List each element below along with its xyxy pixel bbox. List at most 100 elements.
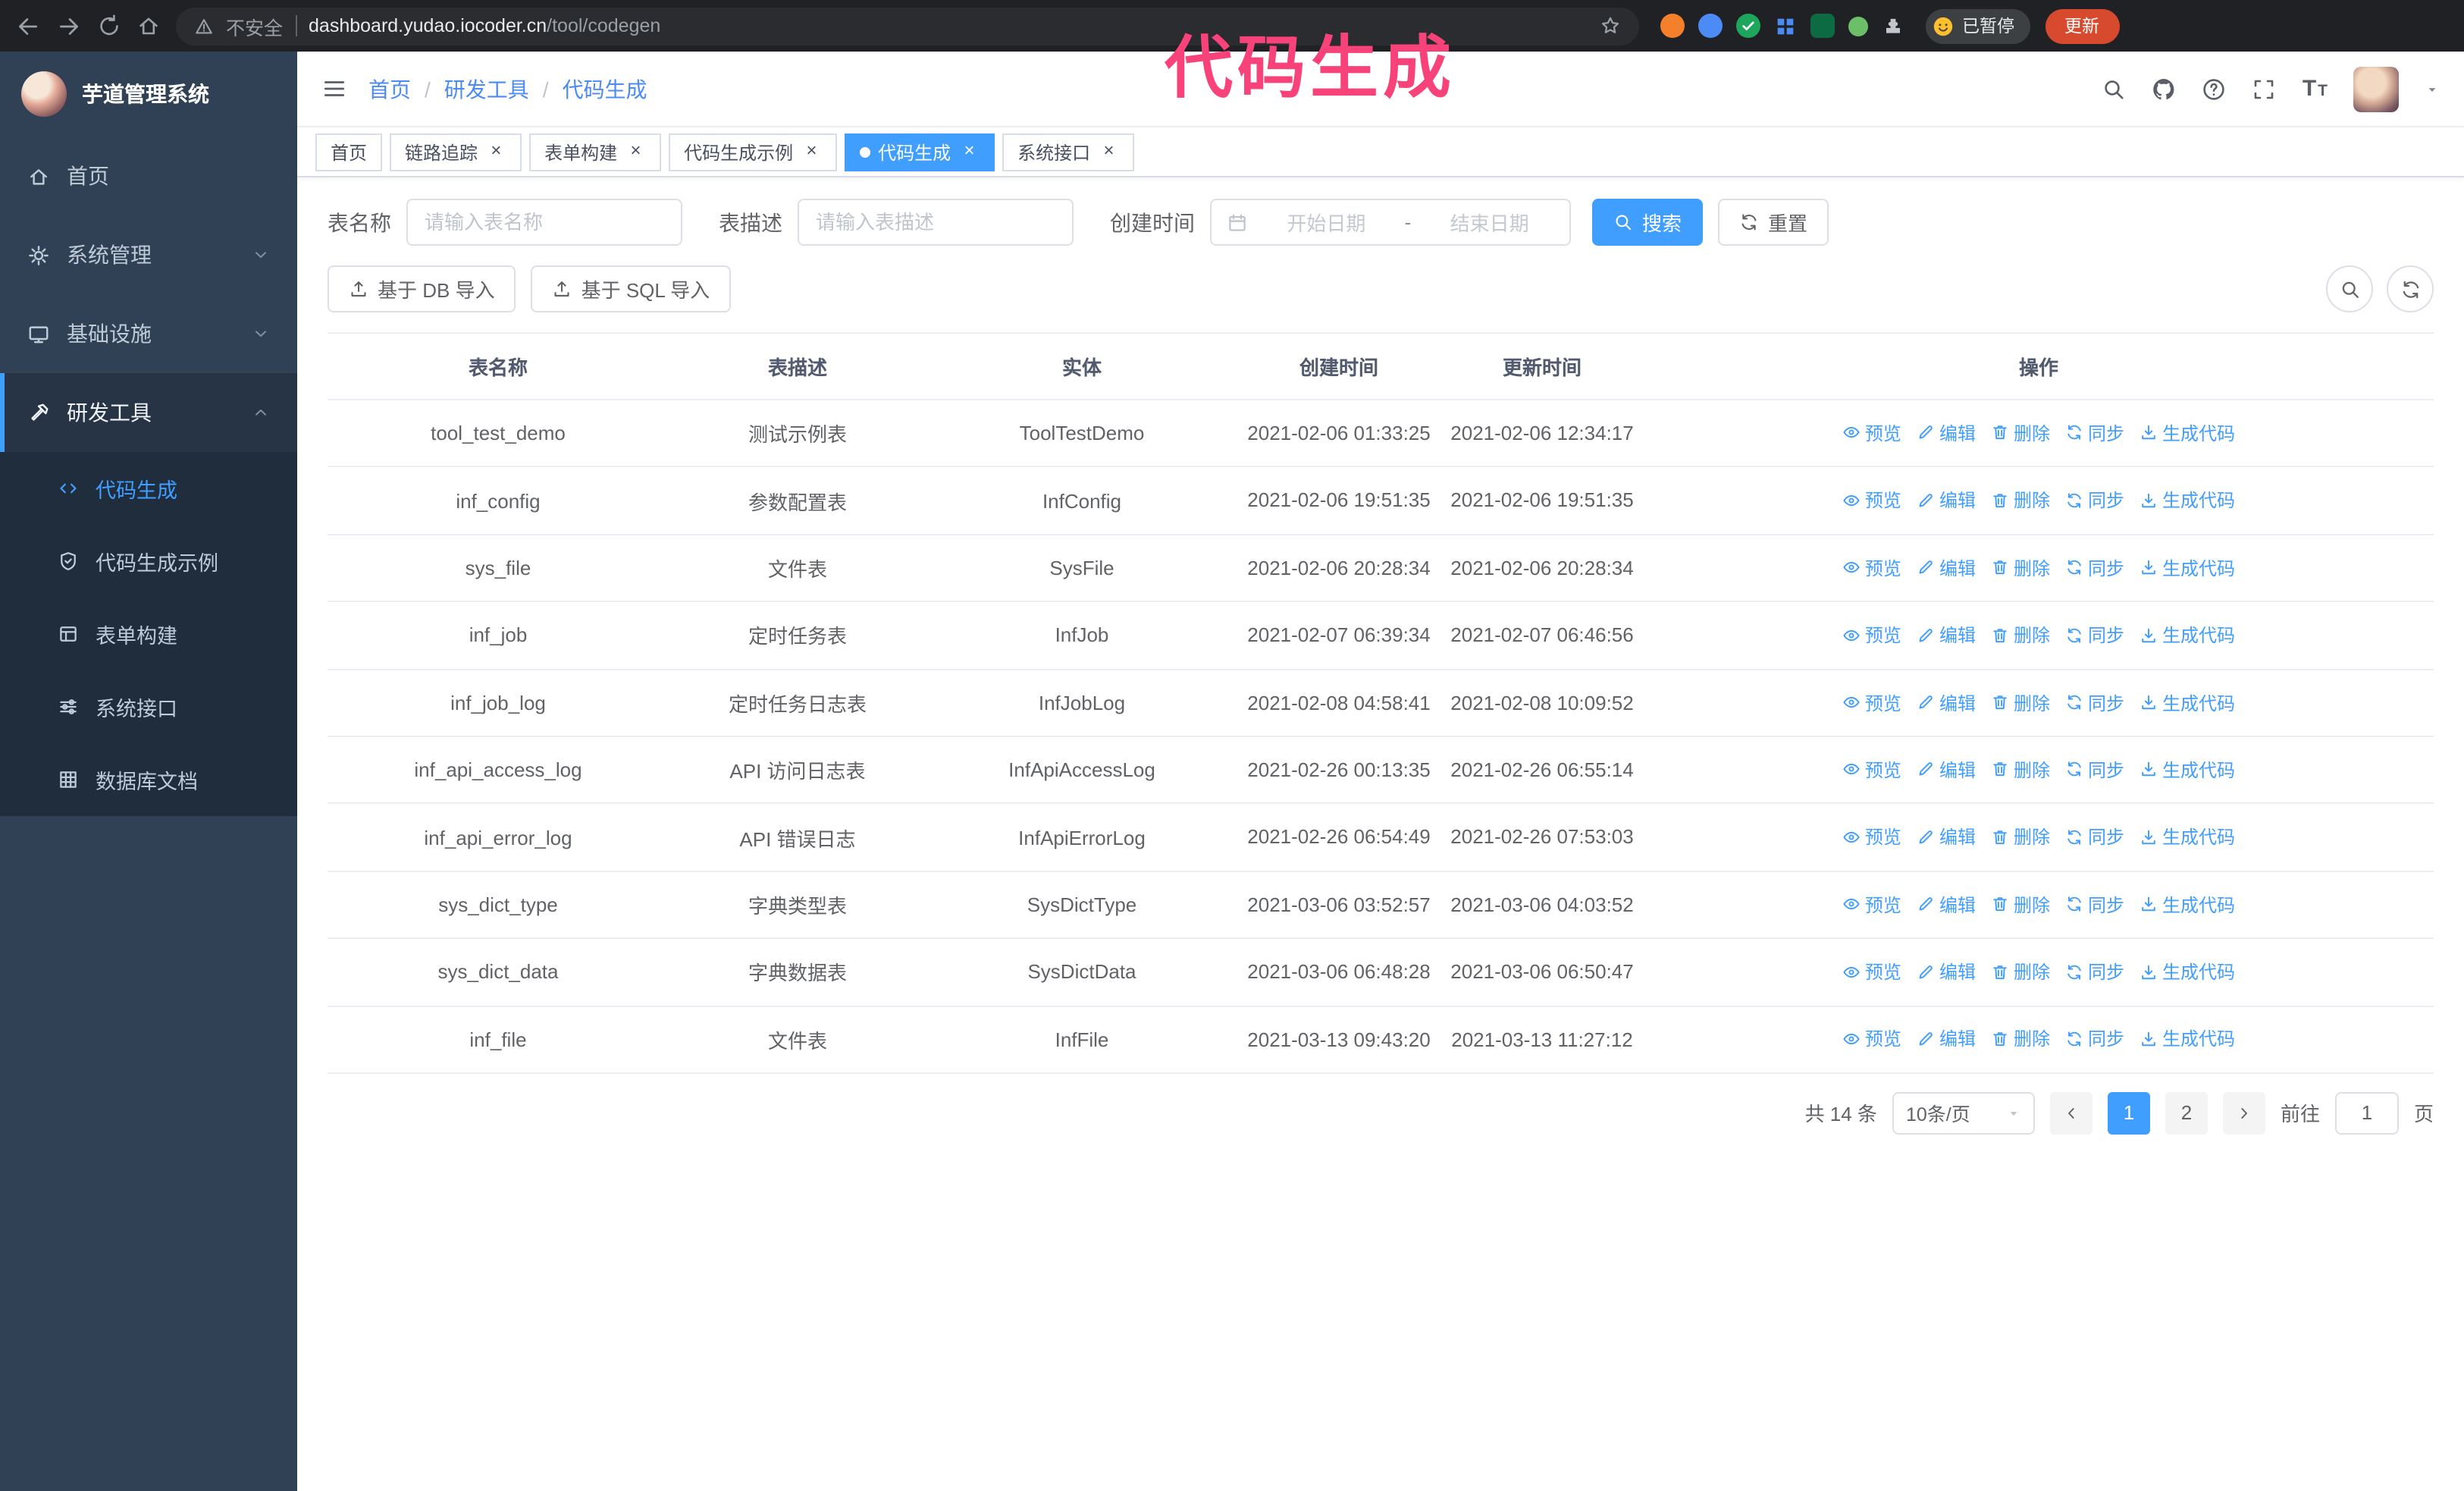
sync-link[interactable]: 同步 (2065, 757, 2124, 783)
tab-home[interactable]: 首页 (315, 133, 383, 171)
sidebar-item-db-doc[interactable]: 数据库文档 (0, 743, 297, 816)
sidebar-item-infra[interactable]: 基础设施 (0, 294, 297, 373)
edit-link[interactable]: 编辑 (1917, 622, 1976, 648)
extension-icon[interactable] (1736, 14, 1760, 38)
search-icon[interactable] (2102, 77, 2127, 101)
extension-icon[interactable] (1848, 16, 1868, 36)
close-icon[interactable] (625, 141, 646, 162)
edit-link[interactable]: 编辑 (1917, 488, 1976, 513)
reload-icon[interactable] (97, 14, 121, 38)
home-icon[interactable] (136, 14, 161, 38)
import-sql-button[interactable]: 基于 SQL 导入 (531, 265, 732, 312)
sync-link[interactable]: 同步 (2065, 622, 2124, 648)
close-icon[interactable] (1098, 141, 1119, 162)
extension-icon[interactable] (1660, 14, 1685, 38)
preview-link[interactable]: 预览 (1842, 824, 1901, 850)
sidebar-item-system[interactable]: 系统管理 (0, 215, 297, 294)
generate-code-link[interactable]: 生成代码 (2140, 824, 2235, 850)
sync-link[interactable]: 同步 (2065, 554, 2124, 580)
edit-link[interactable]: 编辑 (1917, 959, 1976, 984)
sync-link[interactable]: 同步 (2065, 891, 2124, 917)
generate-code-link[interactable]: 生成代码 (2140, 959, 2235, 984)
delete-link[interactable]: 删除 (1991, 689, 2050, 715)
caret-down-icon[interactable] (2425, 81, 2440, 96)
warning-icon[interactable] (194, 16, 214, 36)
import-db-button[interactable]: 基于 DB 导入 (328, 265, 516, 312)
tab-api[interactable]: 系统接口 (1002, 133, 1135, 171)
tab-codegen[interactable]: 代码生成 (845, 133, 995, 171)
tab-codegen-demo[interactable]: 代码生成示例 (669, 133, 838, 171)
delete-link[interactable]: 删除 (1991, 1026, 2050, 1052)
preview-link[interactable]: 预览 (1842, 689, 1901, 715)
tab-form-builder[interactable]: 表单构建 (529, 133, 662, 171)
delete-link[interactable]: 删除 (1991, 554, 2050, 580)
preview-link[interactable]: 预览 (1842, 757, 1901, 783)
user-avatar[interactable] (2353, 66, 2399, 111)
delete-link[interactable]: 删除 (1991, 757, 2050, 783)
edit-link[interactable]: 编辑 (1917, 757, 1976, 783)
refresh-table-button[interactable] (2387, 265, 2434, 312)
bookmark-star-icon[interactable] (1600, 15, 1621, 36)
delete-link[interactable]: 删除 (1991, 824, 2050, 850)
preview-link[interactable]: 预览 (1842, 554, 1901, 580)
preview-link[interactable]: 预览 (1842, 488, 1901, 513)
date-range-picker[interactable]: 开始日期 - 结束日期 (1210, 199, 1571, 246)
hamburger-icon[interactable] (321, 76, 347, 102)
fullscreen-icon[interactable] (2252, 77, 2277, 101)
generate-code-link[interactable]: 生成代码 (2140, 891, 2235, 917)
extension-icon[interactable] (1810, 14, 1835, 38)
generate-code-link[interactable]: 生成代码 (2140, 757, 2235, 783)
generate-code-link[interactable]: 生成代码 (2140, 420, 2235, 446)
goto-page-input[interactable] (2334, 1091, 2399, 1135)
generate-code-link[interactable]: 生成代码 (2140, 1026, 2235, 1052)
delete-link[interactable]: 删除 (1991, 420, 2050, 446)
preview-link[interactable]: 预览 (1842, 891, 1901, 917)
delete-link[interactable]: 删除 (1991, 891, 2050, 917)
edit-link[interactable]: 编辑 (1917, 689, 1976, 715)
generate-code-link[interactable]: 生成代码 (2140, 689, 2235, 715)
sync-link[interactable]: 同步 (2065, 1026, 2124, 1052)
profile-chip[interactable]: 已暂停 (1926, 8, 2030, 43)
back-icon[interactable] (15, 13, 41, 39)
preview-link[interactable]: 预览 (1842, 420, 1901, 446)
url-text[interactable]: dashboard.yudao.iocoder.cn/tool/codegen (309, 15, 660, 36)
update-button[interactable]: 更新 (2045, 8, 2119, 43)
end-date-placeholder[interactable]: 结束日期 (1425, 208, 1554, 237)
close-icon[interactable] (485, 141, 506, 162)
delete-link[interactable]: 删除 (1991, 488, 2050, 513)
sync-link[interactable]: 同步 (2065, 959, 2124, 984)
sidebar-item-codegen-demo[interactable]: 代码生成示例 (0, 525, 297, 598)
sidebar-item-codegen[interactable]: 代码生成 (0, 452, 297, 525)
table-desc-input[interactable] (798, 199, 1074, 246)
edit-link[interactable]: 编辑 (1917, 824, 1976, 850)
close-icon[interactable] (958, 141, 980, 162)
search-button[interactable]: 搜索 (1592, 199, 1704, 246)
page-button-1[interactable]: 1 (2107, 1091, 2150, 1135)
generate-code-link[interactable]: 生成代码 (2140, 554, 2235, 580)
puzzle-icon[interactable] (1882, 14, 1904, 37)
extension-icon[interactable] (1698, 14, 1723, 38)
question-icon[interactable] (2202, 77, 2227, 101)
sync-link[interactable]: 同步 (2065, 420, 2124, 446)
reset-button[interactable]: 重置 (1718, 199, 1829, 246)
next-page-button[interactable] (2222, 1091, 2265, 1135)
breadcrumb-item-devtools[interactable]: 研发工具 (444, 74, 529, 104)
table-name-input[interactable] (406, 199, 682, 246)
preview-link[interactable]: 预览 (1842, 959, 1901, 984)
delete-link[interactable]: 删除 (1991, 959, 2050, 984)
toggle-search-button[interactable] (2326, 265, 2373, 312)
breadcrumb-item-home[interactable]: 首页 (368, 74, 411, 104)
sync-link[interactable]: 同步 (2065, 488, 2124, 513)
generate-code-link[interactable]: 生成代码 (2140, 622, 2235, 648)
sidebar-item-form-builder[interactable]: 表单构建 (0, 598, 297, 670)
delete-link[interactable]: 删除 (1991, 622, 2050, 648)
start-date-placeholder[interactable]: 开始日期 (1262, 208, 1391, 237)
font-size-icon[interactable]: T T (2303, 76, 2328, 102)
extension-icon[interactable] (1774, 14, 1797, 37)
generate-code-link[interactable]: 生成代码 (2140, 488, 2235, 513)
prev-page-button[interactable] (2049, 1091, 2093, 1135)
page-size-select[interactable]: 10条/页 (1892, 1091, 2035, 1135)
close-icon[interactable] (801, 141, 822, 162)
forward-icon[interactable] (56, 13, 82, 39)
sync-link[interactable]: 同步 (2065, 689, 2124, 715)
